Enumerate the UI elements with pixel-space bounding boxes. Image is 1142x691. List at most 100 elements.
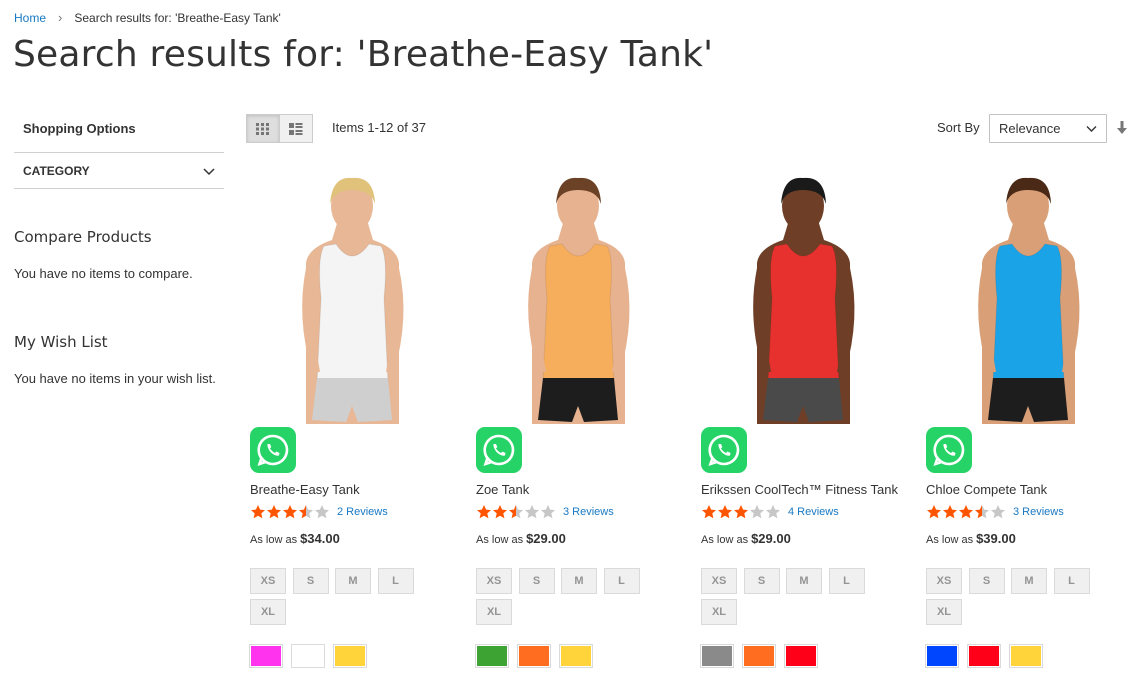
product-image[interactable] [250, 168, 455, 424]
category-filter[interactable]: CATEGORY [14, 152, 224, 189]
size-option[interactable]: S [968, 568, 1005, 594]
products-toolbar: Items 1-12 of 37 Sort By Relevance [246, 114, 1130, 144]
rating-stars [250, 504, 330, 520]
product-price: As low as $34.00 [250, 531, 455, 546]
breadcrumb-home-link[interactable]: Home [14, 11, 46, 25]
breadcrumb: Home › Search results for: 'Breathe-Easy… [14, 10, 281, 25]
star-empty-icon [524, 504, 540, 520]
color-option[interactable] [925, 644, 959, 668]
reviews-link[interactable]: 3 Reviews [563, 506, 614, 518]
size-option[interactable]: XS [476, 568, 512, 594]
size-option[interactable]: S [292, 568, 329, 594]
product-price: As low as $29.00 [476, 531, 681, 546]
star-half-icon [974, 504, 990, 520]
product-image[interactable] [926, 168, 1131, 424]
size-option[interactable]: L [377, 568, 414, 594]
sort-by-select[interactable]: Relevance [989, 114, 1107, 143]
size-option[interactable]: M [786, 568, 822, 594]
star-filled-icon [942, 504, 958, 520]
size-option[interactable]: XS [250, 568, 286, 594]
rating-stars [476, 504, 556, 520]
color-option[interactable] [249, 644, 283, 668]
color-option[interactable] [559, 644, 593, 668]
size-option[interactable]: XL [701, 599, 737, 625]
star-filled-icon [717, 504, 733, 520]
product-rating: 4 Reviews [701, 503, 906, 520]
product-item: Breathe-Easy Tank 2 Reviews As low as $34.0… [249, 168, 455, 668]
star-filled-icon [492, 504, 508, 520]
size-option[interactable]: XS [701, 568, 737, 594]
price-label: As low as [701, 534, 749, 546]
size-option[interactable]: XL [476, 599, 512, 625]
sort-by-label: Sort By [937, 120, 980, 135]
breadcrumb-separator-icon: › [58, 10, 63, 25]
size-option[interactable]: M [335, 568, 371, 594]
star-filled-icon [282, 504, 298, 520]
category-filter-label: CATEGORY [23, 163, 90, 178]
rating-stars [701, 504, 781, 520]
grid-icon [256, 122, 269, 135]
product-name-link[interactable]: Erikssen CoolTech™ Fitness Tank [701, 482, 906, 497]
product-image[interactable] [701, 168, 906, 424]
whatsapp-icon[interactable] [926, 427, 972, 473]
color-option[interactable] [517, 644, 551, 668]
size-swatches: XS S M L XL [250, 568, 430, 630]
color-option[interactable] [1009, 644, 1043, 668]
color-option[interactable] [967, 644, 1001, 668]
star-filled-icon [926, 504, 942, 520]
product-rating: 2 Reviews [250, 503, 455, 520]
size-option[interactable]: M [1011, 568, 1047, 594]
size-swatches: XS S M L XL [701, 568, 881, 630]
whatsapp-icon[interactable] [476, 427, 522, 473]
sort-direction-arrow-icon[interactable] [1116, 120, 1128, 136]
compare-products-title: Compare Products [14, 228, 152, 246]
size-option[interactable]: S [743, 568, 780, 594]
size-option[interactable]: M [561, 568, 597, 594]
product-rating: 3 Reviews [926, 503, 1131, 520]
size-option[interactable]: L [828, 568, 865, 594]
page-title: Search results for: 'Breathe-Easy Tank' [13, 34, 714, 75]
star-half-icon [298, 504, 314, 520]
product-name-link[interactable]: Chloe Compete Tank [926, 482, 1131, 497]
product-name-link[interactable]: Zoe Tank [476, 482, 681, 497]
chevron-down-icon [1086, 125, 1097, 132]
grid-mode-button[interactable] [246, 114, 280, 143]
size-option[interactable]: S [518, 568, 555, 594]
whatsapp-icon[interactable] [250, 427, 296, 473]
toolbar-amount: Items 1-12 of 37 [332, 120, 426, 135]
size-swatches: XS S M L XL [926, 568, 1106, 630]
star-half-icon [508, 504, 524, 520]
product-name-link[interactable]: Breathe-Easy Tank [250, 482, 455, 497]
reviews-link[interactable]: 3 Reviews [1013, 506, 1064, 518]
color-option[interactable] [784, 644, 818, 668]
size-option[interactable]: XL [926, 599, 962, 625]
size-option[interactable]: XL [250, 599, 286, 625]
star-filled-icon [733, 504, 749, 520]
product-image[interactable] [476, 168, 681, 424]
size-option[interactable]: L [1053, 568, 1090, 594]
price-label: As low as [476, 534, 524, 546]
color-option[interactable] [700, 644, 734, 668]
color-option[interactable] [291, 644, 325, 668]
reviews-link[interactable]: 4 Reviews [788, 506, 839, 518]
size-option[interactable]: L [603, 568, 640, 594]
star-filled-icon [266, 504, 282, 520]
whatsapp-icon[interactable] [701, 427, 747, 473]
list-icon [289, 122, 303, 135]
star-filled-icon [958, 504, 974, 520]
color-option[interactable] [333, 644, 367, 668]
product-item: Erikssen CoolTech™ Fitness Tank 4 Reviews… [700, 168, 906, 668]
compare-empty-text: You have no items to compare. [14, 266, 193, 281]
color-option[interactable] [475, 644, 509, 668]
list-mode-button[interactable] [279, 114, 313, 143]
product-rating: 3 Reviews [476, 503, 681, 520]
color-swatches [249, 644, 455, 668]
wishlist-title: My Wish List [14, 333, 108, 351]
star-empty-icon [314, 504, 330, 520]
size-option[interactable]: XS [926, 568, 962, 594]
size-swatches: XS S M L XL [476, 568, 656, 630]
color-option[interactable] [742, 644, 776, 668]
reviews-link[interactable]: 2 Reviews [337, 506, 388, 518]
star-filled-icon [701, 504, 717, 520]
price-label: As low as [250, 534, 298, 546]
